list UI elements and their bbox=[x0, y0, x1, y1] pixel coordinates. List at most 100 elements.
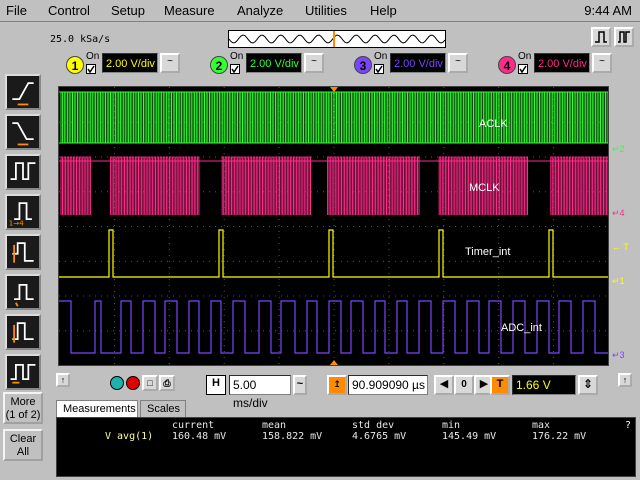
menu-analyze[interactable]: Analyze bbox=[237, 3, 283, 18]
menu-measure[interactable]: Measure bbox=[164, 3, 215, 18]
print-icon[interactable]: ⎙ bbox=[159, 375, 175, 391]
ch1-ground-marker[interactable]: ↵1 bbox=[612, 276, 625, 287]
channel-3-on-label: On bbox=[374, 51, 388, 62]
overview-waveform bbox=[228, 31, 446, 47]
measurement-panel: current mean std dev min max ? V avg(1) … bbox=[56, 417, 636, 477]
pattern-trigger-button[interactable]: 1→4 bbox=[5, 194, 41, 230]
more-page-label: (1 of 2) bbox=[5, 409, 41, 421]
pattern-icon: 1→4 bbox=[9, 202, 32, 227]
column-std-dev: std dev bbox=[352, 420, 395, 431]
menu-file[interactable]: File bbox=[6, 3, 27, 18]
svg-text:1→4: 1→4 bbox=[9, 218, 24, 227]
channel-4-scale-field[interactable]: 2.00 V/div bbox=[534, 53, 590, 73]
channel-2-on-label: On bbox=[230, 51, 244, 62]
clear-all-button[interactable]: Clear All bbox=[3, 429, 43, 461]
measurement-name[interactable]: V avg(1) bbox=[105, 431, 153, 442]
menu-setup[interactable]: Setup bbox=[111, 3, 145, 18]
trigger-button[interactable]: T bbox=[490, 375, 510, 395]
state-trigger-button[interactable] bbox=[5, 234, 41, 270]
channel-2-scale-spinner[interactable]: ~ bbox=[304, 53, 324, 73]
menu-utilities[interactable]: Utilities bbox=[305, 3, 347, 18]
rising-edge-trigger-button[interactable] bbox=[5, 74, 41, 110]
delay-field[interactable]: 90.909090 µs bbox=[348, 375, 428, 395]
ch3-ground-marker[interactable]: ↵3 bbox=[612, 350, 625, 361]
single-acquisition-icon bbox=[595, 31, 607, 43]
clock: 9:44 AM bbox=[584, 3, 632, 18]
all-label: All bbox=[16, 446, 30, 458]
run-button[interactable] bbox=[614, 27, 634, 47]
channel-4-indicator[interactable]: 4 bbox=[498, 56, 516, 74]
delay-left-button[interactable]: ◀ bbox=[434, 375, 454, 395]
delay-reference-icon[interactable]: ↥ bbox=[327, 375, 347, 395]
horizontal-button[interactable]: H bbox=[206, 375, 226, 395]
measurement-current: 160.48 mV bbox=[172, 431, 227, 442]
waveform-canvas: ACLK MCLK Timer_int ADC_int bbox=[59, 87, 608, 365]
channel-4-on-checkbox[interactable] bbox=[518, 63, 534, 74]
sequence-trigger-button[interactable] bbox=[5, 354, 41, 390]
channel-4-scale-spinner[interactable]: ~ bbox=[592, 53, 612, 73]
timeout-icon bbox=[12, 322, 34, 343]
menu-control[interactable]: Control bbox=[48, 3, 90, 18]
adc-label: ADC_int bbox=[501, 322, 542, 334]
more-button[interactable]: More (1 of 2) bbox=[3, 392, 43, 424]
channel-1-indicator[interactable]: 1 bbox=[66, 56, 84, 74]
measurement-mean: 158.822 mV bbox=[262, 431, 323, 442]
column-mean: mean bbox=[262, 420, 287, 431]
timeout-trigger-button[interactable] bbox=[5, 314, 41, 350]
timebase-row: ↑ □ ⎙ H 5.00 ms/div ~ ↥ 90.909090 µs ◀ 0… bbox=[46, 370, 640, 410]
menu-bar: File Control Setup Measure Analyze Utili… bbox=[0, 0, 640, 22]
timebase-spinner[interactable]: ~ bbox=[293, 375, 307, 395]
column-min: min bbox=[442, 420, 461, 431]
menu-help[interactable]: Help bbox=[370, 3, 397, 18]
acquisition-overview[interactable] bbox=[228, 30, 446, 48]
trigger-level-spinner[interactable]: ⇕ bbox=[578, 375, 598, 395]
delay-zero-button[interactable]: 0 bbox=[454, 375, 474, 395]
measurement-std-dev: 4.6765 mV bbox=[352, 431, 407, 442]
more-label: More bbox=[10, 396, 36, 408]
trigger-level-marker[interactable]: ← T bbox=[612, 242, 629, 252]
falling-edge-trigger-button[interactable] bbox=[5, 114, 41, 150]
timebase-scale-field[interactable]: 5.00 ms/div bbox=[229, 375, 291, 410]
measurement-max: 176.22 mV bbox=[532, 431, 587, 442]
glitch-icon bbox=[14, 284, 34, 307]
scroll-right-arrow[interactable]: ↑ bbox=[618, 373, 632, 387]
rising-edge-icon bbox=[12, 82, 34, 106]
ch2-ground-marker[interactable]: ↵2 bbox=[612, 144, 625, 155]
channel-2-on-checkbox[interactable] bbox=[230, 63, 246, 74]
aclk-label: ACLK bbox=[479, 118, 508, 130]
channel-1-scale-field[interactable]: 2.00 V/div bbox=[102, 53, 158, 73]
waveform-display[interactable]: ACLK MCLK Timer_int ADC_int bbox=[58, 86, 609, 366]
channel-3-indicator[interactable]: 3 bbox=[354, 56, 372, 74]
run-stop-button[interactable] bbox=[591, 27, 611, 47]
record-icon[interactable] bbox=[126, 376, 140, 390]
channel-3-scale-field[interactable]: 2.00 V/div bbox=[390, 53, 446, 73]
state-icon bbox=[12, 242, 34, 263]
channel-2-indicator[interactable]: 2 bbox=[210, 56, 228, 74]
help-icon[interactable]: ? bbox=[625, 420, 631, 431]
ch4-ground-marker[interactable]: ↵4 bbox=[612, 208, 625, 219]
color-grade-icon[interactable] bbox=[110, 376, 124, 390]
pulse-width-trigger-button[interactable] bbox=[5, 154, 41, 190]
channel-1-on-label: On bbox=[86, 51, 100, 62]
sequence-icon bbox=[10, 364, 36, 384]
falling-edge-icon bbox=[12, 122, 34, 146]
channel-2-scale-field[interactable]: 2.00 V/div bbox=[246, 53, 302, 73]
channel-3-on-checkbox[interactable] bbox=[374, 63, 390, 74]
trigger-level-field[interactable]: 1.66 V bbox=[512, 375, 576, 395]
measurement-min: 145.49 mV bbox=[442, 431, 497, 442]
channel-1-on-checkbox[interactable] bbox=[86, 63, 102, 74]
channel-3-scale-spinner[interactable]: ~ bbox=[448, 53, 468, 73]
mclk-label: MCLK bbox=[469, 182, 500, 194]
pulse-icon bbox=[10, 162, 36, 180]
tab-scales[interactable]: Scales bbox=[140, 400, 186, 418]
tab-measurements[interactable]: Measurements bbox=[56, 400, 138, 418]
aclk-trace bbox=[59, 91, 608, 144]
clear-label: Clear bbox=[9, 433, 37, 445]
channel-1-scale-spinner[interactable]: ~ bbox=[160, 53, 180, 73]
column-max: max bbox=[532, 420, 551, 431]
trigger-position-marker[interactable] bbox=[330, 87, 338, 92]
trigger-position-marker-bottom[interactable] bbox=[330, 360, 338, 365]
glitch-trigger-button[interactable] bbox=[5, 274, 41, 310]
open-file-icon[interactable]: □ bbox=[142, 375, 158, 391]
scroll-left-arrow[interactable]: ↑ bbox=[56, 373, 70, 387]
